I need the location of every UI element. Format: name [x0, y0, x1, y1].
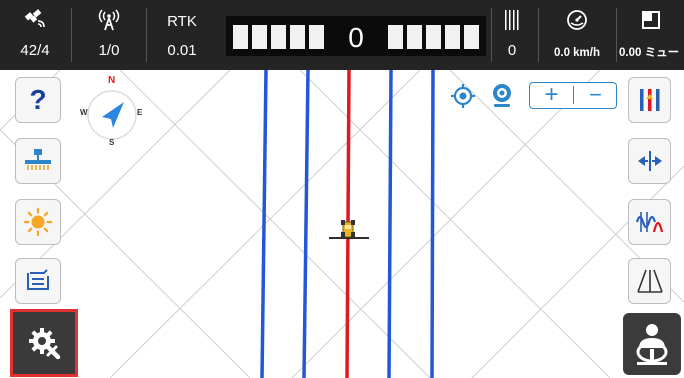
satellite-count: 42/4 — [20, 42, 50, 59]
speedometer-icon — [540, 8, 614, 32]
switch-line-button[interactable] — [15, 258, 61, 304]
road-perspective-icon — [636, 269, 663, 293]
sun-icon — [23, 207, 53, 237]
settings-button[interactable] — [10, 309, 78, 377]
line-shift-button[interactable] — [628, 138, 671, 184]
locate-target-icon — [451, 84, 475, 108]
radio-value: 1/0 — [98, 42, 120, 59]
steering-gain-button[interactable] — [628, 199, 671, 245]
compass-south: S — [109, 138, 115, 147]
wave-tuning-icon — [635, 212, 663, 233]
implement-button[interactable] — [15, 138, 61, 184]
lightbar-segment — [252, 25, 267, 49]
speed-status: 0.0 km/h — [540, 0, 614, 70]
guide-line — [430, 70, 435, 378]
lightbar-segment — [233, 25, 248, 49]
camera-follow-icon — [493, 84, 511, 107]
compass-east: E — [137, 108, 143, 117]
guide-line — [387, 70, 393, 378]
lightbar: 0 — [226, 16, 486, 56]
question-mark-icon: ? — [29, 84, 47, 115]
area-value: 0.00 ミュー — [619, 47, 680, 59]
auto-steer-button[interactable] — [623, 313, 681, 375]
cross-track-value: 0 — [348, 22, 364, 53]
perspective-view-button[interactable] — [628, 258, 671, 304]
status-bar: 42/4 1/0 RTK 0.01 0 0 0.0 km/h 0.00 ミュー — [0, 0, 684, 70]
tractor-implement-icon — [25, 149, 51, 170]
parallel-lines-icon — [639, 89, 659, 111]
guide-line — [260, 70, 268, 378]
lightbar-segment — [388, 25, 403, 49]
lightbar-segment — [445, 25, 460, 49]
rtk-status: RTK 0.01 — [150, 0, 214, 70]
brightness-button[interactable] — [15, 199, 61, 245]
help-button[interactable]: ? — [15, 77, 61, 123]
camera-follow-button[interactable] — [490, 83, 514, 109]
row-lines-icon — [492, 8, 532, 32]
satellite-status: 42/4 — [6, 0, 64, 70]
lightbar-segment — [309, 25, 324, 49]
lightbar-segment — [290, 25, 305, 49]
guide-line — [302, 70, 310, 378]
row-count-status: 0 — [492, 0, 532, 70]
lightbar-segment — [464, 25, 479, 49]
compass[interactable]: N E S W — [75, 75, 149, 148]
driver-wheel-icon — [636, 324, 668, 365]
tractor-icon — [329, 220, 369, 239]
guidance-lines-button[interactable] — [628, 77, 671, 123]
zoom-in-label: + — [544, 81, 559, 108]
speed-value: 0.0 km/h — [553, 47, 601, 59]
antenna-signal-icon — [78, 8, 140, 32]
satellite-icon — [6, 8, 64, 32]
radio-status: 1/0 — [78, 0, 140, 70]
zoom-out-button[interactable]: − — [574, 83, 617, 107]
gear-tools-icon — [29, 328, 61, 360]
rtk-value: 0.01 — [167, 42, 197, 59]
field-area-icon — [617, 8, 684, 32]
rtk-label: RTK — [167, 13, 197, 30]
area-status: 0.00 ミュー — [617, 0, 684, 70]
lightbar-segment — [407, 25, 422, 49]
swap-lines-icon — [27, 269, 49, 290]
locate-button[interactable] — [451, 84, 475, 108]
shift-arrows-icon — [637, 151, 662, 171]
compass-west: W — [80, 108, 88, 117]
compass-north: N — [108, 75, 116, 86]
lightbar-segment — [271, 25, 286, 49]
zoom-in-button[interactable]: + — [530, 83, 573, 107]
lightbar-segment — [426, 25, 441, 49]
zoom-control: + − — [529, 82, 617, 109]
row-count-value: 0 — [507, 42, 517, 59]
zoom-out-label: − — [589, 82, 602, 107]
